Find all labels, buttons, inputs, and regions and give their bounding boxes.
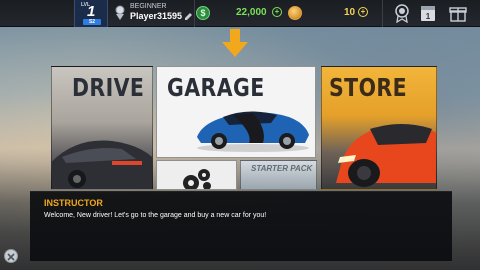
rank-badge-icon <box>115 5 125 20</box>
xp-bar: S2 <box>83 19 101 25</box>
garage-label: GARAGE <box>167 73 265 102</box>
down-arrow-icon <box>222 29 248 57</box>
gold-amount: 10 <box>344 7 356 18</box>
cash-amount: 22,000 <box>236 7 267 18</box>
close-button[interactable] <box>4 249 18 263</box>
cash-icon: $ <box>196 6 210 20</box>
achievement-icon[interactable] <box>392 3 412 23</box>
close-icon <box>7 253 15 261</box>
edit-pencil-icon[interactable] <box>184 12 193 21</box>
drive-label: DRIVE <box>72 73 145 102</box>
store-label: STORE <box>329 73 408 102</box>
gold-coin-icon <box>288 6 302 20</box>
player-rank: BEGINNER <box>130 3 167 10</box>
gears-icon <box>183 169 211 189</box>
hud-divider <box>194 0 195 27</box>
store-tile[interactable]: STORE <box>321 66 437 190</box>
level-number: 1 <box>87 3 96 20</box>
add-gold-button[interactable]: + <box>358 7 368 17</box>
player-name: Player31595 <box>130 11 183 21</box>
svg-text:1: 1 <box>426 12 431 21</box>
drive-car-image <box>52 140 152 189</box>
gift-icon[interactable] <box>448 3 468 23</box>
dialog-message: Welcome, New driver! Let's go to the gar… <box>44 212 267 219</box>
garage-tile[interactable]: GARAGE <box>156 66 316 158</box>
store-car-image <box>336 124 436 187</box>
starter-pack-label: STARTER PACK <box>251 164 313 173</box>
settings-tile[interactable] <box>156 160 237 190</box>
top-hud: LVL 1 S2 BEGINNER Player31595 $ 22,000 +… <box>0 0 480 27</box>
garage-car-image <box>197 111 309 152</box>
dialog-title: INSTRUCTOR <box>44 198 103 208</box>
level-badge[interactable]: LVL 1 S2 <box>74 0 108 27</box>
instructor-dialog[interactable]: INSTRUCTOR Welcome, New driver! Let's go… <box>30 191 452 261</box>
calendar-icon[interactable]: 1 <box>418 3 438 23</box>
hud-divider <box>382 0 383 27</box>
drive-tile[interactable]: DRIVE <box>51 66 153 190</box>
add-cash-button[interactable]: + <box>272 7 282 17</box>
starter-pack-tile[interactable]: STARTER PACK <box>240 160 317 190</box>
